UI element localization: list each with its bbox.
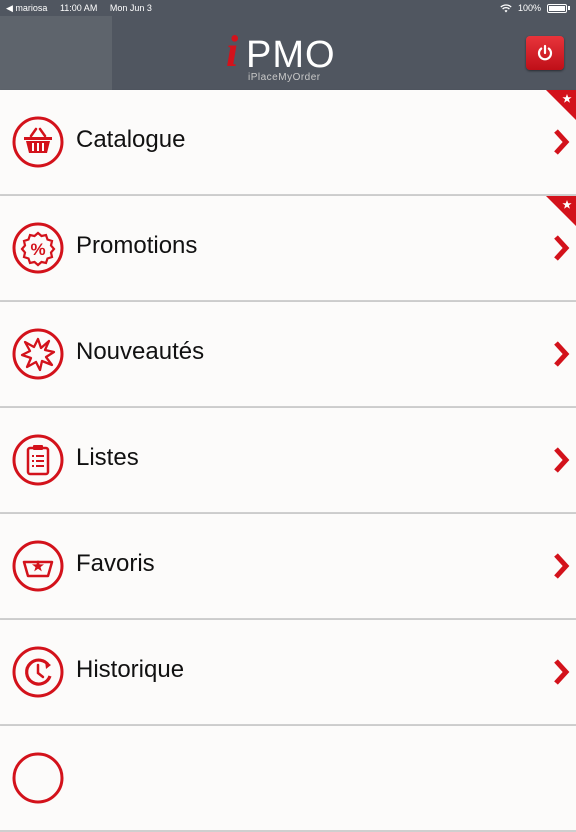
menu-item-promotions[interactable]: % Promotions (0, 196, 576, 302)
clipboard-list-icon (12, 434, 64, 486)
percent-badge-icon: % (12, 222, 64, 274)
app-header: i PMO iPlaceMyOrder (0, 16, 576, 90)
logo-i: i (226, 27, 239, 76)
chevron-right-icon (554, 659, 570, 685)
menu-item-label: Favoris (76, 550, 155, 577)
chevron-right-icon (554, 447, 570, 473)
status-bar: ◀ mariosa 11:00 AM Mon Jun 3 100% (0, 0, 576, 16)
chevron-right-icon (554, 235, 570, 261)
chevron-right-icon (554, 553, 570, 579)
menu-item-label: Catalogue (76, 126, 186, 153)
battery-icon (547, 3, 567, 13)
new-star-badge-icon (546, 90, 576, 120)
menu-item-listes[interactable]: Listes (0, 408, 576, 514)
burst-icon (12, 328, 64, 380)
logo-pmo: PMO (246, 34, 336, 76)
main-menu: Catalogue % Promotions Nouveautés Listes (0, 90, 576, 832)
menu-item-favoris[interactable]: Favoris (0, 514, 576, 620)
new-star-badge-icon (546, 196, 576, 226)
wifi-icon (500, 3, 512, 12)
partial-icon (12, 752, 64, 804)
menu-item-historique[interactable]: Historique (0, 620, 576, 726)
back-to-app-link[interactable]: ◀ mariosa (6, 3, 47, 13)
battery-percent: 100% (517, 3, 541, 13)
menu-item-label: Historique (76, 656, 185, 683)
menu-item-nouveautes[interactable]: Nouveautés (0, 302, 576, 408)
header-left-panel (0, 16, 112, 90)
basket-star-icon (12, 540, 64, 592)
battery-tip (568, 6, 570, 10)
chevron-right-icon (554, 341, 570, 367)
menu-item-label: Promotions (76, 232, 198, 259)
status-time: 11:00 AM (59, 3, 98, 13)
svg-text:%: % (30, 240, 45, 259)
logout-button[interactable] (526, 36, 564, 70)
chevron-right-icon (554, 129, 570, 155)
menu-item-label: Nouveautés (76, 338, 205, 365)
status-date: Mon Jun 3 (109, 3, 152, 13)
basket-icon (12, 116, 64, 168)
menu-item-partial[interactable] (0, 726, 576, 832)
power-icon (537, 44, 553, 61)
app-logo: i PMO iPlaceMyOrder (226, 20, 346, 86)
menu-item-catalogue[interactable]: Catalogue (0, 90, 576, 196)
history-icon (12, 646, 64, 698)
logo-subtitle: iPlaceMyOrder (248, 72, 321, 83)
menu-item-label: Listes (76, 444, 139, 471)
